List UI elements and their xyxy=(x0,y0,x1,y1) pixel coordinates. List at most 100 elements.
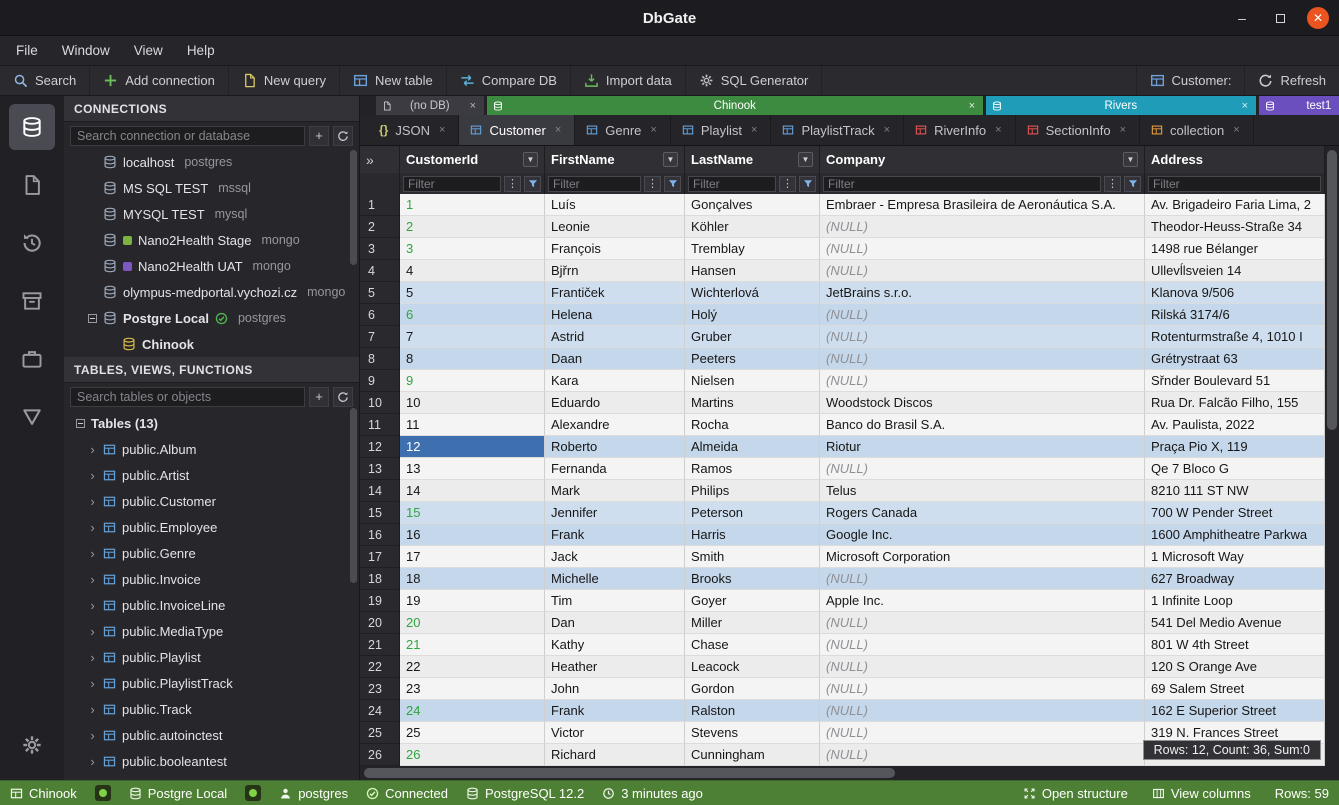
row-number[interactable]: 14 xyxy=(360,480,400,502)
expand-all-button[interactable]: » xyxy=(360,146,400,173)
toolbar-compare-db[interactable]: Compare DB xyxy=(447,66,571,95)
tab-playlist[interactable]: Playlist× xyxy=(671,115,772,145)
cell-address[interactable]: 627 Broadway xyxy=(1145,568,1325,590)
cell-address[interactable]: Rilská 3174/6 xyxy=(1145,304,1325,326)
table-public-playlist[interactable]: ›public.Playlist xyxy=(64,644,359,670)
cell-address[interactable]: 8210 111 ST NW xyxy=(1145,480,1325,502)
filter-funnel-button[interactable] xyxy=(524,176,541,192)
table-row[interactable]: 88DaanPeeters(NULL)Grétrystraat 63 xyxy=(360,348,1325,370)
row-number[interactable]: 15 xyxy=(360,502,400,524)
cell-firstname[interactable]: Luís xyxy=(545,194,685,216)
cell-customerid[interactable]: 24 xyxy=(400,700,545,722)
filter-funnel-button[interactable] xyxy=(664,176,681,192)
row-number[interactable]: 1 xyxy=(360,194,400,216)
table-row[interactable]: 1212RobertoAlmeidaRioturPraça Pio X, 119 xyxy=(360,436,1325,458)
filter-menu-button[interactable]: ⋮ xyxy=(644,176,661,192)
cell-customerid[interactable]: 13 xyxy=(400,458,545,480)
cell-customerid[interactable]: 9 xyxy=(400,370,545,392)
row-number[interactable]: 22 xyxy=(360,656,400,678)
close-icon[interactable]: × xyxy=(882,124,892,136)
menu-window[interactable]: Window xyxy=(50,36,122,66)
filter-input-firstname[interactable] xyxy=(548,176,641,192)
cell-lastname[interactable]: Goyer xyxy=(685,590,820,612)
cell-customerid[interactable]: 11 xyxy=(400,414,545,436)
collapse-icon[interactable] xyxy=(76,419,85,428)
rail-triangle-button[interactable] xyxy=(9,394,55,440)
cell-address[interactable]: 541 Del Medio Avenue xyxy=(1145,612,1325,634)
cell-customerid[interactable]: 16 xyxy=(400,524,545,546)
cell-firstname[interactable]: Jennifer xyxy=(545,502,685,524)
column-menu-button[interactable]: ▼ xyxy=(1123,152,1138,167)
row-number[interactable]: 7 xyxy=(360,326,400,348)
cell-lastname[interactable]: Smith xyxy=(685,546,820,568)
row-number[interactable]: 6 xyxy=(360,304,400,326)
row-number[interactable]: 20 xyxy=(360,612,400,634)
cell-customerid[interactable]: 5 xyxy=(400,282,545,304)
cell-customerid[interactable]: 1 xyxy=(400,194,545,216)
cell-company[interactable]: (NULL) xyxy=(820,678,1145,700)
cell-address[interactable]: Ullevĺlsveien 14 xyxy=(1145,260,1325,282)
toolbar-import-data[interactable]: Import data xyxy=(571,66,686,95)
table-public-invoiceline[interactable]: ›public.InvoiceLine xyxy=(64,592,359,618)
table-row[interactable]: 33FrançoisTremblay(NULL)1498 rue Bélange… xyxy=(360,238,1325,260)
cell-firstname[interactable]: Astrid xyxy=(545,326,685,348)
cell-address[interactable]: Rotenturmstraße 4, 1010 I xyxy=(1145,326,1325,348)
row-number[interactable]: 8 xyxy=(360,348,400,370)
dbtab-no-db[interactable]: (no DB)× xyxy=(376,96,484,115)
tables-scrollbar[interactable] xyxy=(350,408,357,583)
cell-lastname[interactable]: Stevens xyxy=(685,722,820,744)
collapse-icon[interactable] xyxy=(88,314,97,323)
cell-company[interactable]: (NULL) xyxy=(820,458,1145,480)
cell-address[interactable]: Qe 7 Bloco G xyxy=(1145,458,1325,480)
tab-customer[interactable]: Customer× xyxy=(459,115,575,145)
cell-customerid[interactable]: 23 xyxy=(400,678,545,700)
connection-olympus-medportal-vychozi-cz[interactable]: olympus-medportal.vychozi.czmongo xyxy=(64,279,359,305)
table-row[interactable]: 1313FernandaRamos(NULL)Qe 7 Bloco G xyxy=(360,458,1325,480)
toolbar-sql-generator[interactable]: SQL Generator xyxy=(686,66,823,95)
grid-horizontal-scrollbar[interactable] xyxy=(360,766,1325,780)
cell-customerid[interactable]: 14 xyxy=(400,480,545,502)
cell-customerid[interactable]: 22 xyxy=(400,656,545,678)
rail-history-button[interactable] xyxy=(9,220,55,266)
cell-lastname[interactable]: Almeida xyxy=(685,436,820,458)
cell-lastname[interactable]: Philips xyxy=(685,480,820,502)
cell-lastname[interactable]: Holý xyxy=(685,304,820,326)
row-number[interactable]: 19 xyxy=(360,590,400,612)
cell-company[interactable]: (NULL) xyxy=(820,260,1145,282)
cell-company[interactable]: (NULL) xyxy=(820,568,1145,590)
row-number[interactable]: 16 xyxy=(360,524,400,546)
cell-lastname[interactable]: Ralston xyxy=(685,700,820,722)
table-row[interactable]: 2424FrankRalston(NULL)162 E Superior Str… xyxy=(360,700,1325,722)
toolbar-customer[interactable]: Customer: xyxy=(1136,66,1245,95)
cell-company[interactable]: Banco do Brasil S.A. xyxy=(820,414,1145,436)
cell-firstname[interactable]: Jack xyxy=(545,546,685,568)
grid-vertical-scrollbar-thumb[interactable] xyxy=(1327,150,1337,430)
cell-customerid[interactable]: 3 xyxy=(400,238,545,260)
row-number[interactable]: 11 xyxy=(360,414,400,436)
close-button[interactable]: ✕ xyxy=(1307,7,1329,29)
connection-ms-sql-test[interactable]: MS SQL TESTmssql xyxy=(64,175,359,201)
column-header-firstname[interactable]: FirstName▼ xyxy=(545,146,685,173)
table-row[interactable]: 1010EduardoMartinsWoodstock DiscosRua Dr… xyxy=(360,392,1325,414)
add-connection-small-button[interactable]: + xyxy=(309,126,329,146)
cell-lastname[interactable]: Cunningham xyxy=(685,744,820,766)
toolbar-new-query[interactable]: New query xyxy=(229,66,340,95)
cell-address[interactable]: 700 W Pender Street xyxy=(1145,502,1325,524)
toolbar-refresh[interactable]: Refresh xyxy=(1244,66,1339,95)
filter-input-lastname[interactable] xyxy=(688,176,776,192)
filter-input-address[interactable] xyxy=(1148,176,1321,192)
cell-address[interactable]: Av. Brigadeiro Faria Lima, 2 xyxy=(1145,194,1325,216)
cell-company[interactable]: (NULL) xyxy=(820,238,1145,260)
cell-firstname[interactable]: Eduardo xyxy=(545,392,685,414)
toolbar-add-connection[interactable]: Add connection xyxy=(90,66,229,95)
cell-lastname[interactable]: Gordon xyxy=(685,678,820,700)
column-menu-button[interactable]: ▼ xyxy=(798,152,813,167)
close-icon[interactable]: × xyxy=(749,124,759,136)
cell-lastname[interactable]: Rocha xyxy=(685,414,820,436)
row-number[interactable]: 26 xyxy=(360,744,400,766)
cell-lastname[interactable]: Peeters xyxy=(685,348,820,370)
cell-firstname[interactable]: John xyxy=(545,678,685,700)
close-icon[interactable]: × xyxy=(468,100,478,112)
cell-lastname[interactable]: Peterson xyxy=(685,502,820,524)
cell-lastname[interactable]: Chase xyxy=(685,634,820,656)
